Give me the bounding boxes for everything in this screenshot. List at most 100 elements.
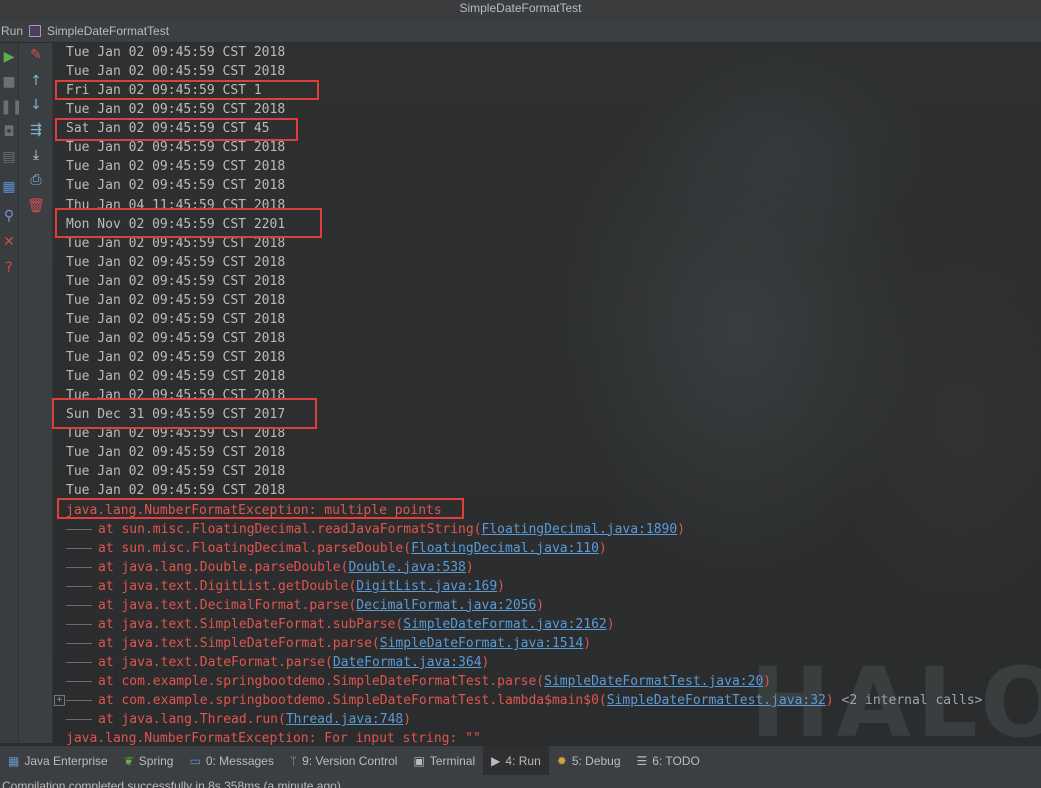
internal-calls-label[interactable]: <2 internal calls> xyxy=(834,693,983,708)
help-icon[interactable]: ? xyxy=(0,259,18,277)
stack-frame: at sun.misc.FloatingDecimal.readJavaForm… xyxy=(52,520,1041,539)
frame-tail: ) xyxy=(677,521,686,537)
console-line: Tue Jan 02 09:45:59 CST 2018 xyxy=(66,102,286,118)
java-enterprise-icon: ▦ xyxy=(8,753,20,768)
tool-window-label: 9: Version Control xyxy=(302,753,398,768)
frame-method: at com.example.springbootdemo.SimpleDate… xyxy=(98,674,545,690)
window-title: SimpleDateFormatTest xyxy=(459,1,582,15)
stack-frame: at java.text.DigitList.getDouble(DigitLi… xyxy=(52,577,1041,596)
status-text: Compilation completed successfully in 8s… xyxy=(2,779,341,788)
source-link[interactable]: FloatingDecimal.java:1890 xyxy=(482,522,678,537)
print-icon[interactable]: ⎙ xyxy=(27,171,45,189)
highlight-box xyxy=(55,208,322,238)
frame-tail: ) xyxy=(481,655,490,670)
console-output[interactable]: Tue Jan 02 09:45:59 CST 2018 Tue Jan 02 0… xyxy=(52,43,1041,745)
debug-icon: ✹ xyxy=(556,753,567,768)
rerun-icon[interactable]: ▶ xyxy=(0,48,18,66)
scroll-to-end-icon[interactable]: ⤓ xyxy=(27,146,45,164)
status-bar: Compilation completed successfully in 8s… xyxy=(0,775,1041,788)
source-link[interactable]: Thread.java:748 xyxy=(286,712,403,727)
indent-guide xyxy=(66,642,92,644)
soft-wrap-icon[interactable]: ⇶ xyxy=(27,121,45,139)
stack-frame: at java.lang.Thread.run(Thread.java:748) xyxy=(52,710,1041,729)
stack-frame: at java.text.SimpleDateFormat.parse(Simp… xyxy=(52,634,1041,653)
console-line: Tue Jan 02 09:45:59 CST 2018 xyxy=(66,273,286,289)
stack-trace: at sun.misc.FloatingDecimal.readJavaForm… xyxy=(52,520,1041,730)
source-link[interactable]: SimpleDateFormat.java:1514 xyxy=(380,636,584,651)
indent-guide xyxy=(66,681,92,683)
indent-guide xyxy=(66,662,92,663)
frame-tail: ) xyxy=(606,616,615,632)
console-line: Tue Jan 02 09:45:59 CST 2018 xyxy=(66,350,286,365)
window-title-bar: SimpleDateFormatTest xyxy=(0,0,1041,20)
source-link[interactable]: SimpleDateFormatTest.java:20 xyxy=(544,674,763,689)
source-link[interactable]: SimpleDateFormatTest.java:32 xyxy=(607,693,826,708)
frame-tail: ) xyxy=(763,674,772,690)
tool-window-label: 0: Messages xyxy=(205,753,274,768)
frame-method: at com.example.springbootdemo.SimpleDate… xyxy=(98,693,607,709)
trash-icon[interactable]: 🗑 xyxy=(27,197,45,215)
expand-icon[interactable]: + xyxy=(54,695,65,707)
console-line: Tue Jan 02 09:45:59 CST 2018 xyxy=(66,330,286,346)
stack-frame: at sun.misc.FloatingDecimal.parseDouble(… xyxy=(52,539,1041,558)
frame-method: at java.text.DigitList.getDouble( xyxy=(98,578,357,594)
frame-tail: ) xyxy=(536,597,545,613)
tool-window-java-enterprise[interactable]: ▦ Java Enterprise xyxy=(0,746,116,775)
close-icon[interactable]: ✕ xyxy=(0,233,18,251)
layout-icon[interactable]: ▦ xyxy=(0,178,18,196)
indent-guide xyxy=(66,623,92,625)
source-link[interactable]: Double.java:538 xyxy=(348,560,465,575)
pause-icon[interactable]: ❚❚ xyxy=(0,98,23,116)
source-link[interactable]: SimpleDateFormat.java:2162 xyxy=(403,617,607,632)
spring-icon: ❦ xyxy=(123,753,134,768)
version-control-icon: ᛘ xyxy=(289,753,298,768)
source-link[interactable]: DecimalFormat.java:2056 xyxy=(356,598,536,613)
tool-window-run[interactable]: ▶ 4: Run xyxy=(483,746,549,775)
tool-window-spring[interactable]: ❦ Spring xyxy=(116,746,182,775)
tool-window-terminal[interactable]: ▣ Terminal xyxy=(405,746,483,775)
source-link[interactable]: DigitList.java:169 xyxy=(356,579,497,594)
date-lines: Tue Jan 02 09:45:59 CST 2018 Tue Jan 02 0… xyxy=(52,43,1041,501)
down-arrow-icon[interactable]: ↓ xyxy=(27,96,45,114)
tool-window-debug[interactable]: ✹ 5: Debug xyxy=(549,746,629,775)
run-config-label: SimpleDateFormatTest xyxy=(47,24,170,38)
highlight-box xyxy=(55,118,298,141)
stack-frame: at java.text.DateFormat.parse(DateFormat… xyxy=(52,653,1041,672)
indent-guide xyxy=(66,604,92,606)
console-line: Tue Jan 02 09:45:59 CST 2018 xyxy=(66,292,286,308)
frame-tail: ) xyxy=(825,693,834,709)
console-line: Tue Jan 02 09:45:59 CST 2018 xyxy=(66,311,286,327)
run-config-tab[interactable]: SimpleDateFormatTest xyxy=(29,24,169,38)
frame-tail: ) xyxy=(497,578,505,594)
indent-guide xyxy=(66,566,92,568)
tool-window-messages[interactable]: ▭ 0: Messages xyxy=(181,746,281,775)
run-icon: ▶ xyxy=(491,753,501,768)
camera-icon[interactable]: ◘ xyxy=(0,123,18,141)
source-link[interactable]: FloatingDecimal.java:110 xyxy=(411,541,599,556)
frame-tail: ) xyxy=(598,540,607,556)
tool-window-label: 5: Debug xyxy=(571,753,621,768)
stop-icon[interactable]: ■ xyxy=(0,73,18,91)
indent-guide xyxy=(66,700,92,702)
indent-guide xyxy=(66,528,92,530)
clear-all-icon[interactable]: ✎ xyxy=(27,46,45,64)
up-arrow-icon[interactable]: ↑ xyxy=(27,72,45,90)
frame-method: at sun.misc.FloatingDecimal.parseDouble( xyxy=(98,540,412,556)
restore-layout-icon[interactable]: ▤ xyxy=(0,148,18,166)
console-line: Tue Jan 02 09:45:59 CST 2018 xyxy=(66,254,286,270)
frame-method: at java.lang.Thread.run( xyxy=(98,712,286,728)
tool-window-label: 6: TODO xyxy=(652,753,700,768)
highlight-box xyxy=(55,80,319,100)
frame-method: at java.text.SimpleDateFormat.parse( xyxy=(98,635,380,651)
tool-window-label: 4: Run xyxy=(505,753,541,768)
pin-icon[interactable]: ⚲ xyxy=(0,207,18,225)
frame-tail: ) xyxy=(583,635,592,651)
tool-window-todo[interactable]: ☰ 6: TODO xyxy=(629,746,708,775)
source-link[interactable]: DateFormat.java:364 xyxy=(333,655,482,670)
console-line: Tue Jan 02 09:45:59 CST 2018 xyxy=(66,445,286,461)
tool-window-version-control[interactable]: ᛘ 9: Version Control xyxy=(282,746,406,775)
stack-frame: at com.example.springbootdemo.SimpleDate… xyxy=(52,672,1041,691)
console-line: Tue Jan 02 09:45:59 CST 2018 xyxy=(66,178,286,194)
frame-method: at sun.misc.FloatingDecimal.readJavaForm… xyxy=(98,521,482,537)
indent-guide xyxy=(66,585,92,587)
